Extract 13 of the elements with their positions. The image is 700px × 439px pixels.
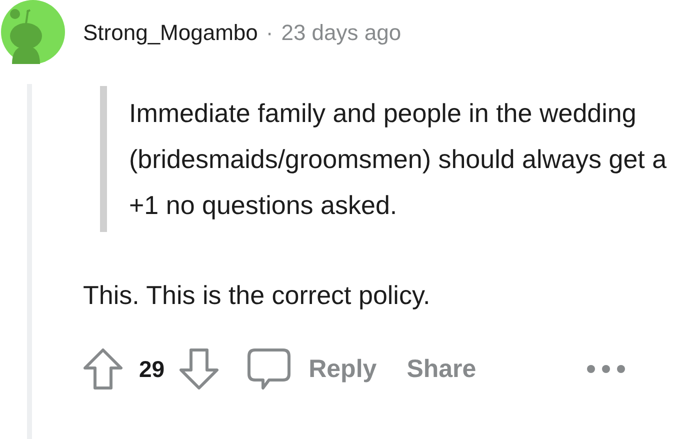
comment-icon[interactable]	[246, 348, 291, 390]
upvote-icon[interactable]	[83, 348, 123, 390]
separator-dot: ·	[266, 20, 274, 46]
action-button[interactable]: Share	[398, 354, 484, 384]
more-icon[interactable]	[586, 363, 626, 375]
vote-score: 29	[139, 356, 165, 382]
username[interactable]: Strong_Mogambo	[83, 20, 258, 46]
action-button[interactable]: Reply	[300, 354, 385, 384]
downvote-icon[interactable]	[178, 348, 219, 390]
timestamp: 23 days ago	[281, 20, 402, 46]
quoted-text: Immediate family and people in the wedding (bridesmaids/groomsmen) should always get a +1 no questions asked.	[100, 86, 674, 232]
comment-text: This. This is the correct policy.	[83, 280, 432, 311]
avatar-icon	[0, 0, 66, 64]
